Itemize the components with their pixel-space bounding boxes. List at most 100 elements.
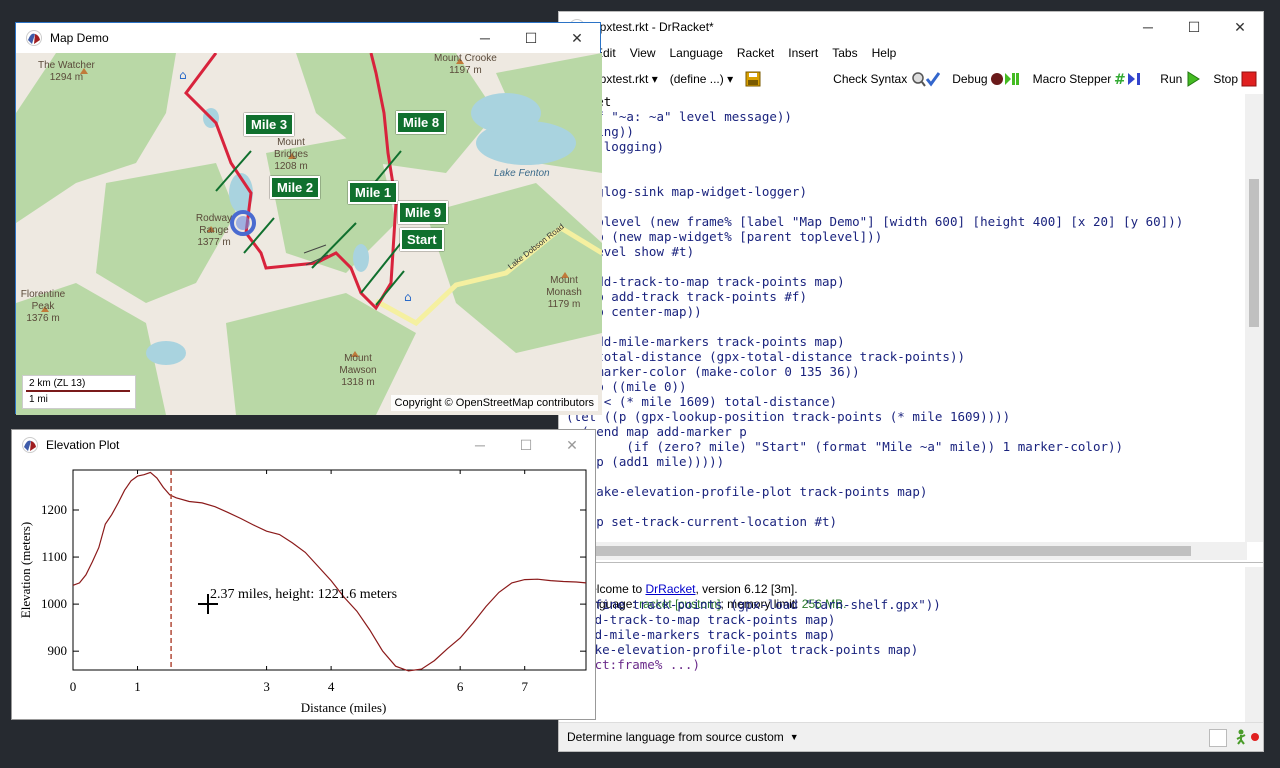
racket-logo-icon xyxy=(26,30,42,46)
elevation-plot-canvas[interactable]: 0 1 3 4 6 7 900 1000 1100 1200 Distance (miles) Ele… xyxy=(12,460,597,721)
minimize-button[interactable]: ─ xyxy=(1125,12,1171,42)
menu-tabs[interactable]: Tabs xyxy=(832,46,857,60)
stop-label: Stop xyxy=(1213,72,1238,86)
menu-view[interactable]: View xyxy=(630,46,656,60)
map-demo-titlebar[interactable]: Map Demo ─ ☐ ✕ xyxy=(16,23,600,53)
forest-area xyxy=(226,293,416,415)
peak-height: 1179 m xyxy=(547,299,581,310)
x-tick-label: 1 xyxy=(134,679,141,694)
welcome-line: Welcome to DrRacket, version 6.12 [3m]. xyxy=(559,567,1247,596)
editor-horizontal-scrollbar[interactable] xyxy=(559,542,1247,560)
peak-label: Mount Monash 1179 m xyxy=(542,275,586,311)
y-tick-label: 1200 xyxy=(41,502,67,517)
editor-hscroll-thumb[interactable] xyxy=(559,546,1191,556)
interactions-vertical-scrollbar[interactable] xyxy=(1245,567,1263,727)
y-axis-label: Elevation (meters) xyxy=(18,522,33,618)
scale-km-label: 2 km (ZL 13) xyxy=(29,378,86,389)
status-box xyxy=(1209,729,1227,747)
elevation-titlebar[interactable]: Elevation Plot ─ ☐ ✕ xyxy=(12,430,595,460)
menu-racket[interactable]: Racket xyxy=(737,46,774,60)
x-tick-label: 7 xyxy=(521,679,528,694)
marker-mile-1[interactable]: Mile 1 xyxy=(348,181,399,204)
pane-divider[interactable] xyxy=(559,562,1263,563)
code-line: (when (< (* mile 1609) total-distance) xyxy=(559,394,838,409)
running-person-icon xyxy=(1236,729,1246,745)
peak-height: 1294 m xyxy=(49,72,84,83)
scale-mi-label: 1 mi xyxy=(29,394,48,405)
maximize-button[interactable]: ☐ xyxy=(1171,12,1217,42)
elevation-plot[interactable]: 0 1 3 4 6 7 900 1000 1100 1200 Distance (miles) Ele… xyxy=(12,460,597,721)
close-button[interactable]: ✕ xyxy=(549,430,595,460)
lake-shape xyxy=(146,341,186,365)
menu-insert[interactable]: Insert xyxy=(788,46,818,60)
maximize-button[interactable]: ☐ xyxy=(503,430,549,460)
code-line: (loop (add1 mile))))) xyxy=(566,454,725,469)
editor-vscroll-thumb[interactable] xyxy=(1249,179,1259,327)
peak-label: Mount Crooke 1197 m xyxy=(434,53,497,77)
maximize-button[interactable]: ☐ xyxy=(508,23,554,53)
language-selector[interactable]: Determine language from source custom xyxy=(567,730,784,744)
marker-mile-8[interactable]: Mile 8 xyxy=(396,111,447,134)
drracket-window: gpxtest.rkt - DrRacket* ─ ☐ ✕ Edit View … xyxy=(558,11,1264,752)
code-line: (define (make-elevation-profile-plot tra… xyxy=(559,484,928,499)
check-syntax-button[interactable]: Check Syntax xyxy=(833,71,941,87)
code-line: (define marker-color (make-color 0 135 3… xyxy=(559,364,860,379)
stop-button[interactable]: Stop xyxy=(1213,71,1257,87)
elevation-plot-window: Elevation Plot ─ ☐ ✕ 0 1 3 4 6 7 900 1000 1100 12… xyxy=(11,429,596,720)
menu-help[interactable]: Help xyxy=(872,46,897,60)
drracket-titlebar[interactable]: gpxtest.rkt - DrRacket* ─ ☐ ✕ xyxy=(559,12,1263,42)
marker-start[interactable]: Start xyxy=(400,228,444,251)
hut-icon: ⌂ xyxy=(179,68,187,82)
drracket-link[interactable]: DrRacket xyxy=(645,582,695,596)
code-line: (let ((p (gpx-lookup-position track-poin… xyxy=(559,409,1011,424)
hut-icon: ⌂ xyxy=(404,290,412,304)
definitions-editor[interactable]: #lang racket (printf "~a: ~a" level mess… xyxy=(559,94,1247,542)
check-syntax-label: Check Syntax xyxy=(833,72,908,86)
marker-mile-9[interactable]: Mile 9 xyxy=(398,201,449,224)
x-tick-label: 0 xyxy=(70,679,77,694)
debug-button[interactable]: Debug xyxy=(952,71,1020,87)
chevron-down-icon: ▼ xyxy=(789,732,799,742)
x-tick-label: 3 xyxy=(263,679,270,694)
map-scale: 2 km (ZL 13) 1 mi xyxy=(22,375,136,409)
run-label: Run xyxy=(1160,72,1183,86)
map-canvas[interactable]: ⌂ ⌂ The Watcher 1294 m Mount Crooke 1197 m… xyxy=(16,53,602,415)
code-line: (do-logging)) xyxy=(559,124,1247,139)
file-dropdown[interactable]: gpxtest.rkt ▾ xyxy=(593,72,658,86)
interactions-pane[interactable]: Welcome to DrRacket, version 6.12 [3m]. … xyxy=(559,567,1247,727)
run-button[interactable]: Run xyxy=(1160,71,1201,87)
macro-stepper-button[interactable]: Macro Stepper # xyxy=(1033,71,1149,87)
marker-mile-3[interactable]: Mile 3 xyxy=(244,113,295,136)
magnifier-check-icon xyxy=(912,72,941,87)
peak-height: 1377 m xyxy=(197,237,231,248)
minimize-button[interactable]: ─ xyxy=(462,23,508,53)
menu-language[interactable]: Language xyxy=(669,46,722,60)
code-line: (if (zero? mile) "Start" (format "Mile ~… xyxy=(559,439,1124,454)
editor-vertical-scrollbar[interactable] xyxy=(1245,94,1263,542)
scale-bar xyxy=(26,390,130,392)
peak-name: The Watcher xyxy=(38,60,95,71)
lake-shape xyxy=(353,244,369,272)
peak-name: Mount Crooke xyxy=(434,53,497,64)
minimize-button[interactable]: ─ xyxy=(457,430,503,460)
elevation-series-line xyxy=(72,471,587,672)
code-line: (send map center-map)) xyxy=(559,304,702,319)
plot-frame xyxy=(72,469,587,671)
code-line: (define map (new map-widget% [parent top… xyxy=(559,229,883,244)
map-window-title: Map Demo xyxy=(50,31,109,45)
save-icon[interactable] xyxy=(745,71,761,87)
close-button[interactable]: ✕ xyxy=(554,23,600,53)
code-line: (define-dbglog-sink map-widget-logger) xyxy=(559,184,807,199)
define-dropdown[interactable]: (define ...) ▾ xyxy=(670,72,733,86)
marker-mile-2[interactable]: Mile 2 xyxy=(270,176,321,199)
code-line: (define toplevel (new frame% [label "Map… xyxy=(559,214,1184,229)
menubar: Edit View Language Racket Insert Tabs He… xyxy=(559,42,1263,64)
close-button[interactable]: ✕ xyxy=(1217,12,1263,42)
macro-stepper-label: Macro Stepper xyxy=(1032,72,1112,86)
copyright-notice: Copyright © OpenStreetMap contributors xyxy=(390,395,598,411)
elevation-window-title: Elevation Plot xyxy=(46,438,120,452)
